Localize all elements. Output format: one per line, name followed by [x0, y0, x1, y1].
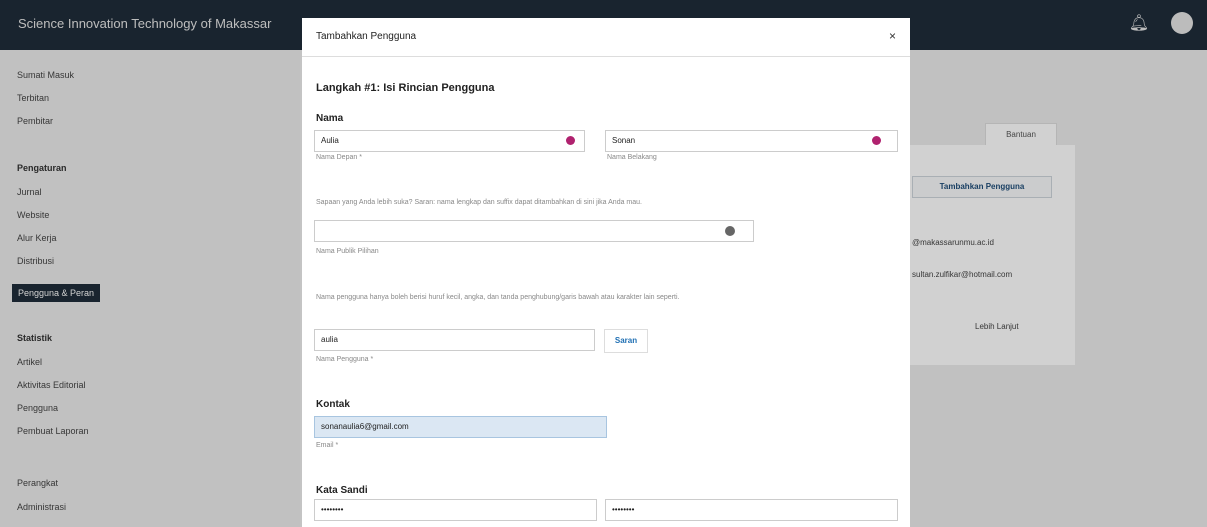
name-section-label: Nama — [316, 113, 344, 124]
password-section-label: Kata Sandi — [316, 485, 368, 496]
username-input[interactable]: aulia — [314, 329, 595, 351]
username-description: Nama pengguna hanya boleh berisi huruf k… — [316, 294, 680, 301]
email-help: Email * — [316, 442, 339, 449]
password-confirm-input[interactable]: •••••••• — [605, 499, 898, 521]
last-name-clear-icon[interactable] — [872, 136, 881, 145]
globe-icon[interactable] — [725, 226, 735, 236]
last-name-help: Nama Belakang — [607, 154, 657, 161]
preferred-name-description: Sapaan yang Anda lebih suka? Saran: nama… — [316, 199, 642, 206]
add-user-modal: Tambahkan Pengguna × Langkah #1: Isi Rin… — [302, 18, 910, 527]
email-field[interactable]: sonanaulia6@gmail.com — [314, 416, 607, 438]
last-name-input[interactable]: Sonan — [605, 130, 898, 152]
close-icon[interactable]: × — [889, 29, 896, 43]
contact-section-label: Kontak — [316, 399, 350, 410]
modal-title: Tambahkan Pengguna — [316, 31, 417, 42]
modal-header: Tambahkan Pengguna × — [302, 18, 910, 57]
username-help: Nama Pengguna * — [316, 356, 374, 363]
first-name-input[interactable]: Aulia — [314, 130, 585, 152]
step-title: Langkah #1: Isi Rincian Pengguna — [316, 82, 495, 94]
suggest-username-button[interactable]: Saran — [604, 329, 648, 353]
first-name-help: Nama Depan * — [316, 154, 362, 161]
first-name-clear-icon[interactable] — [566, 136, 575, 145]
password-input[interactable]: •••••••• — [314, 499, 597, 521]
preferred-name-help: Nama Publik Pilihan — [316, 248, 379, 255]
preferred-name-input[interactable] — [314, 220, 754, 242]
